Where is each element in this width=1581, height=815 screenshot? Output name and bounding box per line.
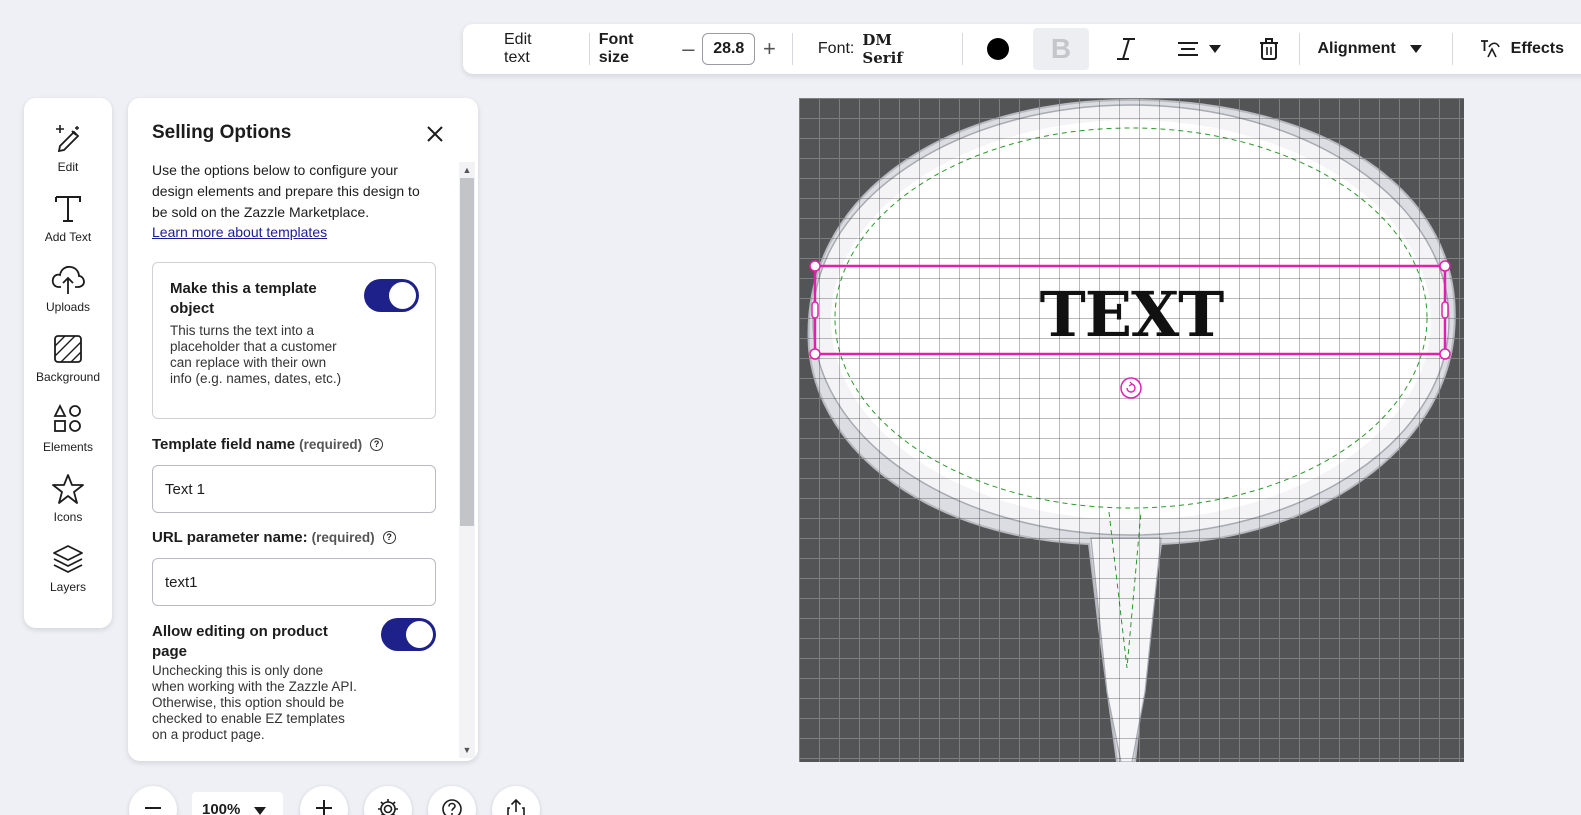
text-toolbar: Edit text Font size – 28.8 + Font: DM Se… xyxy=(463,24,1581,74)
font-picker-button[interactable]: Font: DM Serif xyxy=(793,24,962,74)
text-color-button[interactable] xyxy=(963,24,1033,74)
zoom-in-button[interactable] xyxy=(300,786,348,815)
delete-button[interactable] xyxy=(1247,24,1299,74)
chevron-down-icon xyxy=(1209,45,1222,53)
edit-sparkle-icon xyxy=(51,122,85,156)
gear-icon xyxy=(378,799,398,815)
panel-intro: Use the options below to configure your … xyxy=(152,160,437,242)
effects-icon xyxy=(1480,40,1500,58)
edit-text-label: Edit text xyxy=(504,31,532,66)
tool-rail: Edit Add Text Uploads Background Element… xyxy=(24,98,112,628)
background-icon xyxy=(51,332,85,366)
rail-label: Icons xyxy=(53,510,83,524)
font-size-increase-button[interactable]: + xyxy=(755,36,784,62)
rail-label: Add Text xyxy=(44,230,92,244)
minus-icon xyxy=(145,807,161,809)
text-icon xyxy=(51,192,85,226)
panel-scrollbar[interactable]: ▲ ▼ xyxy=(459,162,475,758)
template-object-toggle[interactable] xyxy=(364,279,419,312)
rail-item-uploads[interactable]: Uploads xyxy=(24,262,112,314)
design-canvas[interactable]: TEXT xyxy=(799,98,1464,762)
template-object-title: Make this a template object xyxy=(170,280,317,317)
template-object-card: Make this a template object This turns t… xyxy=(152,262,436,419)
rail-item-background[interactable]: Background xyxy=(24,332,112,384)
url-param-input[interactable] xyxy=(152,558,436,606)
sign-text[interactable]: TEXT xyxy=(799,278,1464,351)
allow-editing-toggle[interactable] xyxy=(381,618,436,651)
template-field-input[interactable] xyxy=(152,465,436,513)
learn-more-link[interactable]: Learn more about templates xyxy=(152,224,327,240)
share-button[interactable] xyxy=(492,786,540,815)
close-button[interactable] xyxy=(423,122,447,146)
shapes-icon xyxy=(51,402,85,436)
zoom-out-button[interactable] xyxy=(129,786,177,815)
scrollbar-thumb[interactable] xyxy=(460,178,474,526)
trash-icon xyxy=(1260,38,1279,60)
required-tag: (required) xyxy=(311,530,375,545)
template-field-label-text: Template field name xyxy=(152,436,296,453)
italic-button[interactable] xyxy=(1089,24,1163,74)
font-label: Font: xyxy=(817,40,855,57)
rail-label: Layers xyxy=(49,580,87,594)
cloud-upload-icon xyxy=(51,262,85,296)
rail-item-elements[interactable]: Elements xyxy=(24,402,112,454)
template-field-label: Template field name (required)? xyxy=(152,436,384,453)
speech-bubble-sign xyxy=(807,98,1456,762)
edit-text-button[interactable]: Edit text xyxy=(463,24,589,74)
intro-text: Use the options below to configure your … xyxy=(152,162,420,220)
close-icon xyxy=(427,126,443,142)
font-name: DM Serif xyxy=(862,31,903,67)
chevron-down-icon xyxy=(1409,45,1422,53)
bold-button[interactable]: B xyxy=(1032,28,1090,70)
rail-item-add-text[interactable]: Add Text xyxy=(24,192,112,244)
rail-label: Uploads xyxy=(45,300,91,314)
effects-label: Effects xyxy=(1510,40,1565,57)
layers-icon xyxy=(51,542,85,576)
alignment-label: Alignment xyxy=(1317,40,1396,57)
help-circle-icon xyxy=(442,799,462,815)
font-size-input[interactable]: 28.8 xyxy=(702,33,756,65)
rail-label: Background xyxy=(35,370,101,384)
font-size-label: Font size xyxy=(598,31,634,66)
scroll-up-arrow-icon[interactable]: ▲ xyxy=(461,164,473,176)
rail-item-layers[interactable]: Layers xyxy=(24,542,112,594)
required-tag: (required) xyxy=(299,437,363,452)
zoom-level: 100% xyxy=(202,801,241,815)
zoom-level-dropdown[interactable]: 100% xyxy=(192,792,283,815)
settings-button[interactable] xyxy=(364,786,412,815)
help-icon[interactable]: ? xyxy=(382,530,396,544)
url-param-label: URL parameter name: (required)? xyxy=(152,529,396,546)
template-object-description: This turns the text into a placeholder t… xyxy=(170,323,342,386)
italic-icon xyxy=(1117,38,1136,60)
allow-editing-title: Allow editing on product page xyxy=(152,623,328,660)
bold-icon: B xyxy=(1050,33,1072,64)
allow-editing-description: Unchecking this is only done when workin… xyxy=(152,663,357,742)
help-button[interactable] xyxy=(428,786,476,815)
rail-item-icons[interactable]: Icons xyxy=(24,472,112,524)
rail-label: Elements xyxy=(42,440,94,454)
url-param-label-text: URL parameter name: xyxy=(152,529,308,546)
selling-options-panel: Selling Options Use the options below to… xyxy=(128,98,478,761)
rail-item-edit[interactable]: Edit xyxy=(24,122,112,174)
share-icon xyxy=(507,798,525,815)
help-icon[interactable]: ? xyxy=(370,437,384,451)
star-icon xyxy=(51,472,85,506)
text-color-swatch xyxy=(986,38,1009,60)
panel-title: Selling Options xyxy=(152,122,292,143)
rail-label: Edit xyxy=(57,160,79,174)
chevron-down-icon xyxy=(254,807,267,815)
font-size-decrease-button[interactable]: – xyxy=(674,36,702,62)
text-align-dropdown[interactable] xyxy=(1163,24,1247,74)
font-size-group: Font size – 28.8 + xyxy=(590,24,792,74)
scroll-down-arrow-icon[interactable]: ▼ xyxy=(461,744,473,756)
effects-button[interactable]: Effects xyxy=(1453,24,1581,74)
plus-icon xyxy=(316,800,332,815)
alignment-dropdown[interactable]: Alignment xyxy=(1300,24,1451,74)
align-center-icon xyxy=(1178,42,1199,56)
